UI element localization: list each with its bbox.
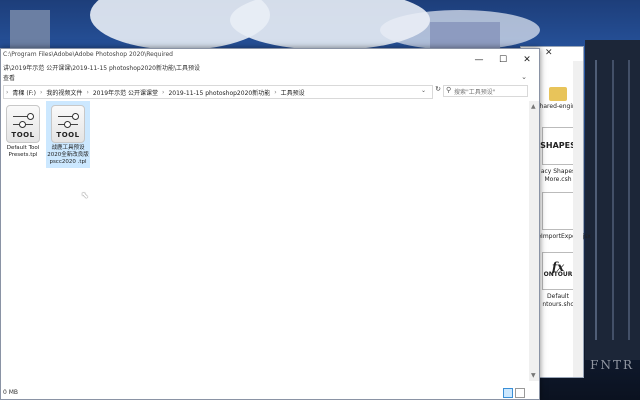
chevron-right-icon: › [86,88,89,96]
breadcrumb-folder[interactable]: 2019-11-15 photoshop2020新功能 [168,88,270,97]
scroll-down-icon[interactable]: ▼ [531,372,536,379]
address-dropdown-icon[interactable]: ⌄ [421,87,426,94]
watermark-text: FNTR [590,358,634,372]
window-titlebar[interactable]: C:\Program Files\Adobe\Adobe Photoshop 2… [1,49,539,61]
mouse-cursor-icon: ⬉ [81,191,89,201]
window-title: C:\Program Files\Adobe\Adobe Photoshop 2… [3,51,173,58]
close-icon[interactable]: ✕ [545,48,553,58]
address-bar[interactable]: › 青稞 (F:) › 我的视频文件 › 2019年示范 公开课课堂 › 201… [3,85,433,99]
file-icon [542,192,574,230]
refresh-icon[interactable]: ↻ [433,85,443,97]
address-row: › 青稞 (F:) › 我的视频文件 › 2019年示范 公开课课堂 › 201… [1,83,539,99]
large-icons-view-icon[interactable] [515,388,525,398]
tool-preset-icon: TOOL [6,105,40,143]
search-icon: ⚲ [446,86,452,94]
status-text: 0 MB [3,389,19,396]
minimize-icon[interactable]: — [467,55,491,65]
chevron-right-icon: › [40,88,43,96]
close-icon[interactable]: ✕ [515,55,539,65]
breadcrumb-folder[interactable]: 2019年示范 公开课课堂 [93,88,158,97]
breadcrumb-drive[interactable]: 青稞 (F:) [12,88,36,97]
search-box[interactable]: ⚲ 搜索"工具预设" [443,85,528,97]
file-explorer-window[interactable]: C:\Program Files\Adobe\Adobe Photoshop 2… [0,48,540,400]
ribbon-expand-icon[interactable]: ⌄ [521,73,527,81]
contour-icon: fx ONTOUR [542,252,574,290]
back-item-label: Default ntours.shc [542,293,574,308]
chevron-right-icon: › [162,88,165,96]
chevron-right-icon: › [274,88,277,96]
breadcrumb-current[interactable]: 工具预设 [281,88,305,97]
tool-preset-icon: TOOL [51,105,85,143]
status-bar: 0 MB [1,385,539,399]
details-view-icon[interactable] [503,388,513,398]
file-item[interactable]: TOOL Default Tool Presets.tpl [1,101,45,161]
scroll-up-icon[interactable]: ▲ [531,103,536,110]
ribbon-menu[interactable]: 查看 [1,73,539,83]
file-name: 战鹿工具预设2020全新改良版 pscc2020 .tpl [47,145,89,165]
folder-icon [549,87,567,101]
secondary-path: 讲\2019年示范 公开课课\2019-11-15 photoshop2020新… [1,61,539,73]
breadcrumb-folder[interactable]: 我的视频文件 [46,88,82,97]
vertical-scrollbar[interactable]: ▲ ▼ [529,101,539,381]
shapes-icon: SHAPES [540,127,576,165]
window-controls: — ☐ ✕ [467,55,539,65]
chevron-right-icon: › [6,88,9,96]
back-item-label: acy Shapes More.csh [540,168,576,183]
scrollbar[interactable] [573,61,583,377]
search-placeholder: 搜索"工具预设" [454,88,496,96]
maximize-icon[interactable]: ☐ [491,55,515,65]
file-name: Default Tool Presets.tpl [6,145,40,158]
file-list[interactable]: TOOL Default Tool Presets.tpl TOOL 战鹿工具预… [1,101,527,381]
menu-label[interactable]: 查看 [3,75,15,82]
file-item-selected[interactable]: TOOL 战鹿工具预设2020全新改良版 pscc2020 .tpl [46,101,90,168]
